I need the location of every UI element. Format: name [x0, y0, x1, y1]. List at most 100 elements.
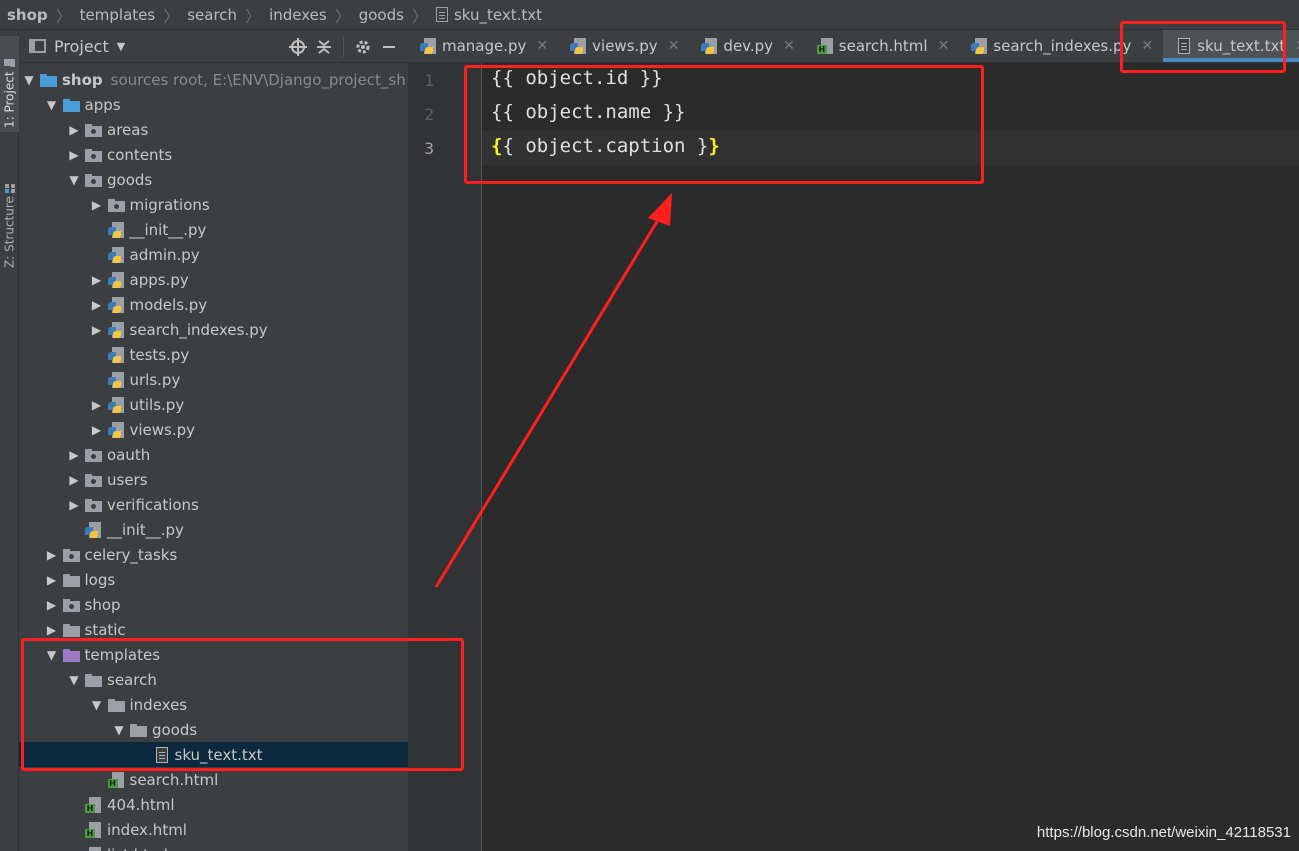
code-line-1[interactable]: {{ object.id }} [491, 67, 663, 89]
editor-tab[interactable]: manage.py ✕ [408, 30, 558, 62]
expanded-arrow-icon[interactable]: ▼ [22, 73, 36, 87]
breadcrumb-item-file[interactable]: sku_text.txt [454, 6, 542, 24]
tree-row[interactable]: ▼ goods [19, 167, 408, 192]
editor-tab[interactable]: search_indexes.py ✕ [959, 30, 1163, 62]
editor-tab[interactable]: sku_text.txt ✕ [1163, 30, 1299, 62]
close-icon[interactable]: ✕ [938, 38, 950, 54]
tree-spacer: ▶ [67, 848, 81, 851]
expanded-arrow-icon[interactable]: ▼ [45, 98, 59, 112]
tree-row[interactable]: ▶ shop [19, 592, 408, 617]
tree-row[interactable]: ▼ goods [19, 717, 408, 742]
close-icon[interactable]: ✕ [536, 38, 548, 54]
tree-row[interactable]: ▶ celery_tasks [19, 542, 408, 567]
tree-row[interactable]: ▶ search_indexes.py [19, 317, 408, 342]
expanded-arrow-icon[interactable]: ▼ [67, 673, 81, 687]
editor-tab[interactable]: views.py ✕ [558, 30, 689, 62]
collapsed-arrow-icon[interactable]: ▶ [90, 323, 104, 337]
tree-row[interactable]: ▼ shop sources root, E:\ENV\Django_project… [19, 67, 408, 92]
tree-spacer: ▶ [90, 773, 104, 787]
collapsed-arrow-icon[interactable]: ▶ [67, 473, 81, 487]
tree-row[interactable]: ▶ migrations [19, 192, 408, 217]
tree-row[interactable]: ▶ users [19, 467, 408, 492]
tree-row[interactable]: ▶ utils.py [19, 392, 408, 417]
tree-row[interactable]: ▶ views.py [19, 417, 408, 442]
tree-item-label: apps.py [129, 270, 189, 289]
tree-item-label: celery_tasks [84, 545, 178, 564]
breadcrumb-item-search[interactable]: search [187, 6, 237, 24]
html-file-icon: H [85, 796, 103, 813]
close-icon[interactable]: ✕ [668, 38, 680, 54]
collapsed-arrow-icon[interactable]: ▶ [67, 123, 81, 137]
python-file-icon [85, 521, 103, 538]
breadcrumb-item-indexes[interactable]: indexes [269, 6, 327, 24]
tree-item-label: admin.py [129, 245, 200, 264]
code-editor[interactable]: {{ object.id }} {{ object.name }} {{ obj… [482, 63, 1299, 851]
tree-row[interactable]: ▶ sku_text.txt [19, 742, 408, 767]
folder-icon [62, 622, 81, 638]
collapsed-arrow-icon[interactable]: ▶ [90, 423, 104, 437]
collapsed-arrow-icon[interactable]: ▶ [67, 498, 81, 512]
collapsed-arrow-icon[interactable]: ▶ [90, 198, 104, 212]
python-file-icon [107, 246, 126, 263]
collapsed-arrow-icon[interactable]: ▶ [67, 448, 81, 462]
tree-row[interactable]: ▶ urls.py [19, 367, 408, 392]
close-icon[interactable]: ✕ [1141, 38, 1153, 54]
hide-panel-icon[interactable] [376, 34, 402, 60]
tree-row[interactable]: ▶ Hlist.html [19, 842, 408, 851]
project-tool-tab[interactable]: 1: Project [0, 36, 19, 132]
gear-icon[interactable] [350, 34, 376, 60]
collapsed-arrow-icon[interactable]: ▶ [45, 598, 59, 612]
tree-row[interactable]: ▶ tests.py [19, 342, 408, 367]
collapsed-arrow-icon[interactable]: ▶ [67, 148, 81, 162]
close-icon[interactable]: ✕ [1295, 38, 1299, 54]
collapsed-arrow-icon[interactable]: ▶ [90, 398, 104, 412]
collapsed-arrow-icon[interactable]: ▶ [90, 298, 104, 312]
code-line-2[interactable]: {{ object.name }} [491, 101, 685, 123]
tree-row[interactable]: ▶ models.py [19, 292, 408, 317]
chevron-down-icon[interactable]: ▼ [117, 40, 125, 53]
collapse-all-icon[interactable] [311, 34, 337, 60]
tree-row[interactable]: ▶ apps.py [19, 267, 408, 292]
collapsed-arrow-icon[interactable]: ▶ [45, 573, 59, 587]
collapsed-arrow-icon[interactable]: ▶ [45, 548, 59, 562]
tree-row[interactable]: ▶ admin.py [19, 242, 408, 267]
breadcrumb-item-templates[interactable]: templates [80, 6, 156, 24]
tree-row[interactable]: ▶ Hindex.html [19, 817, 408, 842]
tree-row[interactable]: ▶ __init__.py [19, 217, 408, 242]
tree-row[interactable]: ▶ areas [19, 117, 408, 142]
tree-row[interactable]: ▼ templates [19, 642, 408, 667]
locate-icon[interactable] [285, 34, 311, 60]
close-icon[interactable]: ✕ [783, 38, 795, 54]
tree-row[interactable]: ▶ logs [19, 567, 408, 592]
tree-row[interactable]: ▶ contents [19, 142, 408, 167]
tree-row[interactable]: ▶Hsearch.html [19, 767, 408, 792]
tree-row[interactable]: ▼ indexes [19, 692, 408, 717]
python-file-icon [420, 38, 438, 54]
structure-tool-tab[interactable]: Z: Structure [0, 142, 19, 272]
expanded-arrow-icon[interactable]: ▼ [90, 698, 104, 712]
project-view-selector[interactable]: Project [54, 37, 109, 56]
editor-tab[interactable]: Hsearch.html ✕ [805, 30, 960, 62]
tree-spacer: ▶ [90, 223, 104, 237]
breadcrumb-item-shop[interactable]: shop [7, 6, 48, 24]
expanded-arrow-icon[interactable]: ▼ [67, 173, 81, 187]
tree-item-label: shop [62, 70, 103, 89]
tree-row[interactable]: ▶ static [19, 617, 408, 642]
collapsed-arrow-icon[interactable]: ▶ [90, 273, 104, 287]
expanded-arrow-icon[interactable]: ▼ [112, 723, 126, 737]
tree-row[interactable]: ▶ __init__.py [19, 517, 408, 542]
code-line-3[interactable]: {{ object.caption }} [491, 135, 720, 157]
html-file-icon: H [107, 771, 126, 788]
tree-row[interactable]: ▼ apps [19, 92, 408, 117]
tree-item-label: index.html [107, 820, 187, 839]
breadcrumb-item-goods[interactable]: goods [359, 6, 404, 24]
tree-row[interactable]: ▶ H404.html [19, 792, 408, 817]
collapsed-arrow-icon[interactable]: ▶ [45, 623, 59, 637]
tree-row[interactable]: ▶ verifications [19, 492, 408, 517]
expanded-arrow-icon[interactable]: ▼ [45, 648, 59, 662]
tree-row[interactable]: ▶ oauth [19, 442, 408, 467]
editor-tab[interactable]: dev.py ✕ [689, 30, 804, 62]
editor-tab-label: dev.py [723, 37, 774, 55]
package-icon [85, 147, 103, 163]
tree-row[interactable]: ▼ search [19, 667, 408, 692]
